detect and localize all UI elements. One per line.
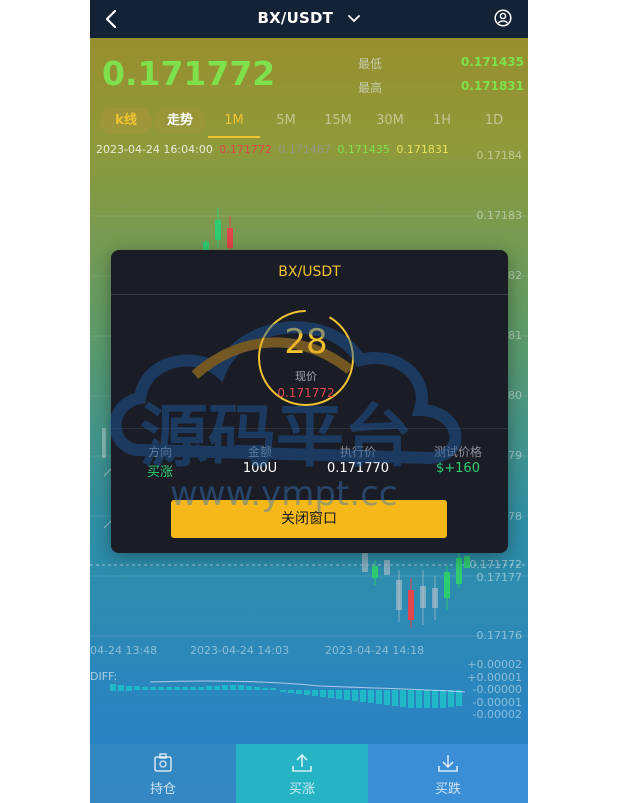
ohlc-datetime: 2023-04-24 16:04:00 — [96, 143, 213, 156]
amount-label: 金额 — [247, 445, 272, 459]
price-tick: 0.171772 — [470, 558, 523, 571]
price-tick: 0.17177 — [477, 571, 523, 584]
modal-divider — [111, 428, 508, 429]
bottom-action-bar: 持仓 买涨 买跌 — [90, 744, 528, 803]
direction-label: 方向 — [147, 445, 172, 459]
holdings-button[interactable]: 持仓 — [90, 744, 236, 803]
holdings-label: 持仓 — [149, 782, 176, 797]
buy-down-button[interactable]: 买跌 — [368, 744, 528, 803]
time-tick: 04-24 13:48 — [90, 644, 157, 657]
macd-histogram — [110, 684, 462, 708]
macd-tick: -0.00000 — [473, 683, 522, 696]
time-tick: 2023-04-24 14:03 — [190, 644, 289, 657]
candle — [215, 220, 221, 240]
candle — [444, 572, 450, 598]
price-tick: 0.17184 — [477, 149, 523, 162]
exec-price-value: 0.171770 — [326, 461, 390, 476]
current-price-label: 现价 — [295, 370, 317, 383]
tab-5m[interactable]: 5M — [260, 108, 312, 134]
price-tick: 82 — [508, 269, 522, 282]
download-icon — [438, 755, 458, 772]
ohlc-close: 0.171487 — [278, 143, 331, 156]
tab-30m[interactable]: 30M — [364, 108, 416, 134]
buy-down-label: 买跌 — [434, 782, 461, 797]
modal-divider — [111, 294, 508, 295]
countdown-number: 28 — [284, 322, 328, 362]
low-value: 0.171435 — [460, 55, 524, 69]
tab-trend[interactable]: 走势 — [154, 108, 206, 134]
ohlc-readout: 2023-04-24 16:04:00 0.171772 0.171487 0.… — [96, 143, 452, 156]
ohlc-open: 0.171772 — [219, 143, 272, 156]
exec-price-label: 执行价 — [339, 445, 376, 459]
high-label: 最高 — [358, 81, 383, 95]
macd-tick: -0.00002 — [473, 708, 522, 721]
tab-1m[interactable]: 1M — [208, 108, 260, 134]
candles-lower — [362, 550, 470, 628]
candle — [384, 560, 390, 575]
tab-1d[interactable]: 1D — [468, 108, 520, 134]
buy-up-button[interactable]: 买涨 — [236, 744, 368, 803]
candle — [420, 586, 426, 608]
candle — [362, 552, 368, 572]
low-label: 最低 — [358, 57, 383, 71]
order-result-modal: BX/USDT 28 现价 0.171772 方向 买涨 金额 100U 执行价… — [111, 250, 508, 553]
price-tick: 78 — [508, 510, 522, 523]
upload-icon — [292, 753, 312, 772]
user-icon[interactable] — [494, 9, 512, 27]
test-price-label: 测试价格 — [433, 445, 482, 459]
candle — [408, 590, 414, 620]
current-price-value: 0.171772 — [277, 386, 335, 400]
price-tick: 79 — [508, 449, 522, 462]
candle — [227, 228, 233, 248]
chevron-down-icon — [348, 14, 361, 22]
pair-title: BX/USDT — [257, 9, 334, 27]
candle — [432, 588, 438, 608]
tab-15m[interactable]: 15M — [312, 108, 364, 134]
navbar: BX/USDT — [90, 0, 528, 38]
candle — [372, 566, 378, 578]
macd-tick: +0.00002 — [467, 658, 522, 671]
price-tick: 0.17183 — [477, 209, 523, 222]
tab-kline[interactable]: k线 — [100, 108, 152, 134]
time-tick: 2023-04-24 14:18 — [325, 644, 424, 657]
direction-value: 买涨 — [146, 465, 173, 480]
price-tick: 81 — [508, 329, 522, 342]
interval-tabs: k线 走势 1M 5M 15M 30M 1H 1D — [90, 104, 528, 138]
test-price-value: $+160 — [436, 461, 480, 476]
ohlc-low: 0.171435 — [337, 143, 390, 156]
active-tab-indicator — [208, 136, 260, 138]
ohlc-high: 0.171831 — [396, 143, 449, 156]
pair-selector[interactable]: BX/USDT — [90, 9, 528, 27]
high-value: 0.171831 — [460, 79, 524, 93]
tab-1h[interactable]: 1H — [416, 108, 468, 134]
last-price: 0.171772 — [102, 54, 276, 93]
price-tick: 80 — [508, 389, 522, 402]
diff-label: DIFF: — [90, 670, 117, 683]
close-window-button[interactable]: 关闭窗口 — [171, 500, 447, 538]
candle — [456, 558, 462, 584]
price-tick: 0.17176 — [477, 629, 523, 642]
modal-title: BX/USDT — [278, 264, 341, 280]
buy-up-label: 买涨 — [288, 782, 315, 797]
candle — [396, 580, 402, 610]
holdings-icon — [154, 753, 172, 772]
amount-value: 100U — [242, 461, 278, 476]
